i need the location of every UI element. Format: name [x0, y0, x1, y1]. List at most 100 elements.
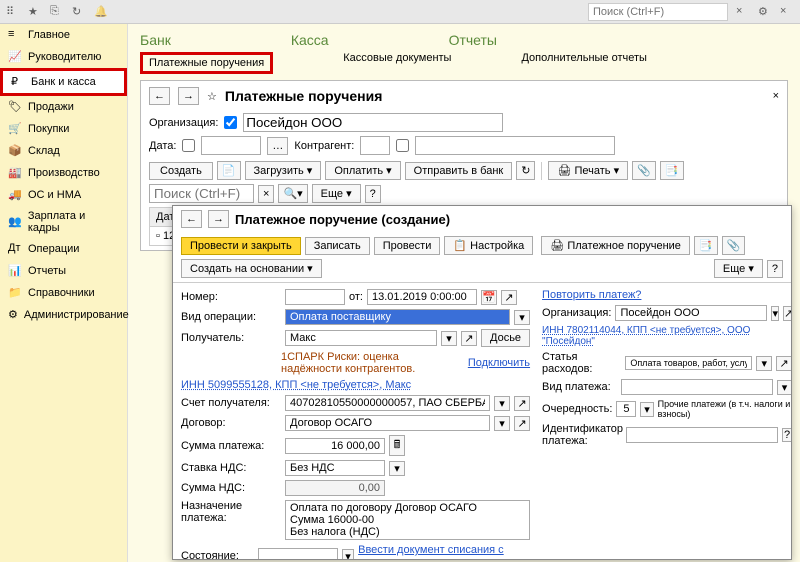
close-app-icon[interactable]: × — [780, 5, 794, 19]
print-button[interactable]: 🖨 Печать ▾ — [548, 161, 628, 180]
sidebar-item-manager[interactable]: 📈 Руководителю — [0, 46, 127, 68]
contract-input[interactable] — [285, 415, 490, 431]
global-search-input[interactable] — [588, 3, 728, 21]
grid-icon[interactable]: ⠿ — [6, 5, 20, 19]
sum-input[interactable] — [285, 438, 385, 454]
nav-fwd-button[interactable]: → — [178, 87, 199, 105]
modal-more-button[interactable]: Еще ▾ — [714, 259, 763, 278]
org-details-link[interactable]: ИНН 7802114044, КПП <не требуется>, ООО … — [542, 325, 792, 347]
sidebar-item-purchases[interactable]: 🛒 Покупки — [0, 118, 127, 140]
help-button[interactable]: ? — [365, 185, 381, 203]
sidebar-item-warehouse[interactable]: 📦 Склад — [0, 140, 127, 162]
repeat-link[interactable]: Повторить платеж? — [542, 289, 641, 301]
date-input[interactable] — [367, 289, 477, 305]
op-input[interactable] — [285, 309, 510, 325]
star-icon[interactable]: ★ — [28, 5, 42, 19]
link-payment-orders[interactable]: Платежные поручения — [140, 52, 273, 74]
contract-open-icon[interactable]: ↗ — [514, 416, 530, 431]
acct-dropdown-icon[interactable]: ▾ — [494, 396, 510, 411]
payee-open-icon[interactable]: ↗ — [461, 331, 477, 346]
modal-help-button[interactable]: ? — [767, 260, 783, 278]
state-dropdown-icon[interactable]: ▾ — [342, 549, 354, 561]
org-open-icon[interactable]: ↗ — [783, 306, 792, 321]
close-icon[interactable]: × — [773, 90, 779, 102]
contract-dropdown-icon[interactable]: ▾ — [494, 416, 510, 431]
post-close-button[interactable]: Провести и закрыть — [181, 237, 301, 255]
exp-input[interactable] — [625, 356, 752, 370]
payid-input[interactable] — [626, 427, 778, 443]
paytype-input[interactable] — [621, 379, 773, 395]
contragent-filter-input[interactable] — [360, 136, 390, 155]
payee-details-link[interactable]: ИНН 5099555128, КПП <не требуется>, Макс — [181, 379, 411, 391]
copy-icon[interactable]: ⎘ — [50, 5, 64, 19]
order-dropdown-icon[interactable]: ▾ — [640, 402, 653, 417]
list-search-input[interactable] — [149, 184, 254, 203]
spark-link[interactable]: Подключить — [468, 357, 530, 369]
more-button[interactable]: Еще ▾ — [312, 184, 361, 203]
date-filter-input[interactable] — [201, 136, 261, 155]
payee-input[interactable] — [285, 330, 437, 346]
exp-dropdown-icon[interactable]: ▾ — [756, 356, 772, 371]
link-cash-docs[interactable]: Кассовые документы — [343, 52, 451, 74]
modal-attach-button[interactable]: 📎 — [722, 236, 746, 255]
dossier-button[interactable]: Досье — [481, 329, 530, 347]
sidebar-item-reports[interactable]: 📊 Отчеты — [0, 260, 127, 282]
calc-icon[interactable]: 🖩 — [389, 435, 405, 456]
org-filter-checkbox[interactable] — [224, 116, 237, 129]
org-filter-input[interactable] — [243, 113, 503, 132]
date-picker-button[interactable]: … — [267, 137, 288, 155]
clock-icon[interactable]: ↻ — [72, 5, 86, 19]
calendar-icon[interactable]: 📅 — [481, 290, 497, 305]
edo-button[interactable]: 📑 — [660, 161, 684, 180]
state-input[interactable] — [258, 548, 338, 560]
op-dropdown-icon[interactable]: ▾ — [514, 310, 530, 325]
load-button[interactable]: Загрузить ▾ — [245, 161, 322, 180]
sidebar-item-main[interactable]: ≡ Главное — [0, 24, 127, 46]
star-icon[interactable]: ☆ — [207, 90, 217, 103]
state-link[interactable]: Ввести документ списания с расчетного сч… — [358, 544, 530, 560]
sidebar-item-operations[interactable]: Дт Операции — [0, 238, 127, 260]
link-extra-reports[interactable]: Дополнительные отчеты — [521, 52, 646, 74]
payee-dropdown-icon[interactable]: ▾ — [441, 331, 457, 346]
sidebar-item-sales[interactable]: 🏷 Продажи — [0, 96, 127, 118]
modal-edo-button[interactable]: 📑 — [694, 236, 718, 255]
modal-fwd-button[interactable]: → — [208, 210, 229, 228]
exp-open-icon[interactable]: ↗ — [776, 356, 792, 371]
settings-button[interactable]: 📋 Настройка — [444, 236, 533, 255]
save-button[interactable]: Записать — [305, 237, 370, 255]
bell-icon[interactable]: 🔔 — [94, 5, 108, 19]
date-filter-checkbox[interactable] — [182, 139, 195, 152]
order-input[interactable] — [616, 401, 636, 417]
attach-button[interactable]: 📎 — [632, 161, 656, 180]
sidebar-item-assets[interactable]: 🚚 ОС и НМА — [0, 184, 127, 206]
send-bank-button[interactable]: Отправить в банк — [405, 162, 513, 180]
create-by-button[interactable]: Создать на основании ▾ — [181, 259, 322, 278]
close-icon[interactable]: × — [736, 5, 750, 19]
org-dropdown-icon[interactable]: ▾ — [771, 306, 779, 321]
create-button[interactable]: Создать — [149, 162, 213, 180]
vat-dropdown-icon[interactable]: ▾ — [389, 461, 405, 476]
refresh-button[interactable]: ↻ — [516, 161, 535, 180]
open-icon[interactable]: ↗ — [501, 290, 517, 305]
extra-filter-checkbox[interactable] — [396, 139, 409, 152]
extra-filter-input[interactable] — [415, 136, 615, 155]
sidebar-item-bank[interactable]: ₽ Банк и касса — [0, 68, 127, 96]
modal-back-button[interactable]: ← — [181, 210, 202, 228]
search-clear-button[interactable]: × — [258, 185, 274, 203]
paytype-dropdown-icon[interactable]: ▾ — [777, 380, 792, 395]
post-button[interactable]: Провести — [374, 237, 441, 255]
print-doc-button[interactable]: 🖨 Платежное поручение — [541, 236, 690, 255]
vat-input[interactable] — [285, 460, 385, 476]
modal-org-input[interactable] — [615, 305, 767, 321]
sidebar-item-refs[interactable]: 📁 Справочники — [0, 282, 127, 304]
copy-button[interactable]: 📄 — [217, 161, 241, 180]
sidebar-item-admin[interactable]: ⚙ Администрирование — [0, 304, 127, 326]
gear-icon[interactable]: ⚙ — [758, 5, 772, 19]
purpose-textarea[interactable] — [285, 500, 530, 540]
num-input[interactable] — [285, 289, 345, 305]
sidebar-item-hr[interactable]: 👥 Зарплата и кадры — [0, 206, 127, 238]
payid-help-icon[interactable]: ? — [782, 428, 792, 442]
sidebar-item-production[interactable]: 🏭 Производство — [0, 162, 127, 184]
acct-open-icon[interactable]: ↗ — [514, 396, 530, 411]
acct-input[interactable] — [285, 395, 490, 411]
